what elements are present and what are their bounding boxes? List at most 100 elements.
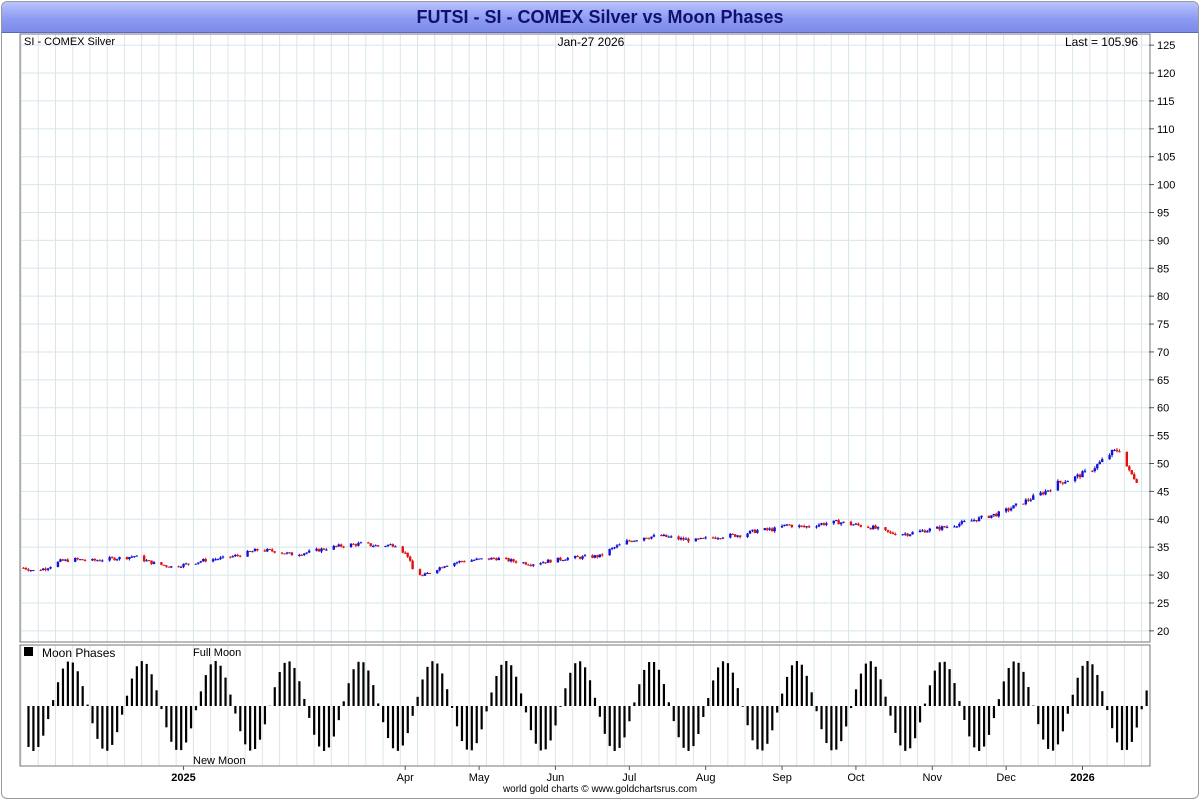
- candle-body: [145, 560, 148, 562]
- candle-body: [992, 513, 996, 516]
- candle-body: [160, 562, 163, 565]
- moon-bar: [588, 680, 592, 706]
- moon-bar: [702, 706, 705, 717]
- candle-body: [391, 544, 395, 547]
- moon-bar: [332, 706, 335, 737]
- moon-bar: [460, 706, 464, 742]
- candle-body: [766, 528, 769, 530]
- moon-bar: [598, 706, 601, 717]
- moon-bar: [155, 690, 158, 706]
- moon-bar: [899, 706, 902, 746]
- candle-body: [566, 557, 569, 560]
- moon-bar: [308, 706, 311, 718]
- moon-bar: [584, 667, 587, 706]
- candle-body: [935, 526, 939, 529]
- candle-body: [633, 540, 636, 542]
- moon-bar: [229, 694, 232, 706]
- moon-bar: [490, 692, 493, 706]
- moon-bar: [672, 706, 675, 722]
- moon-bar: [845, 706, 848, 727]
- candle-body: [248, 550, 252, 552]
- moon-bar: [485, 706, 488, 712]
- moon-bar: [475, 706, 478, 744]
- candle-body: [182, 563, 185, 567]
- candle-body: [645, 537, 648, 539]
- candle-body: [179, 566, 183, 568]
- candle-body: [798, 525, 801, 528]
- candle-body: [642, 537, 646, 541]
- candle-body: [1029, 499, 1032, 501]
- candle-body: [406, 552, 409, 557]
- moon-bar: [815, 706, 818, 712]
- moon-bar: [185, 706, 188, 743]
- moon-bar: [441, 673, 444, 706]
- candle-body: [1073, 476, 1077, 481]
- candle-body: [756, 530, 759, 533]
- candle-body: [556, 557, 560, 563]
- candle-body: [386, 544, 390, 547]
- candle-body: [891, 532, 895, 534]
- y-tick-label: 95: [1157, 207, 1169, 219]
- moon-bar: [869, 661, 872, 706]
- moon-bar: [91, 706, 94, 724]
- candle-body: [906, 533, 909, 536]
- moon-bar: [56, 682, 60, 706]
- moon-bar: [357, 661, 360, 706]
- candle-body: [1032, 495, 1035, 500]
- candle-body: [970, 520, 973, 522]
- candle-body: [753, 529, 757, 533]
- candle-body: [780, 525, 784, 528]
- moon-bar: [785, 676, 789, 706]
- y-tick-label: 30: [1157, 570, 1169, 582]
- moon-bar: [731, 672, 734, 706]
- y-tick-label: 60: [1157, 403, 1169, 415]
- moon-bar: [889, 706, 892, 716]
- candle-body: [541, 562, 545, 564]
- candle-body: [440, 567, 444, 569]
- candle-body: [527, 564, 530, 566]
- moon-bar: [1111, 706, 1114, 729]
- candle-body: [394, 546, 397, 548]
- candle-body: [170, 566, 173, 568]
- moon-bar: [1081, 665, 1084, 706]
- moon-bar: [303, 698, 306, 706]
- moon-bar: [391, 706, 395, 749]
- candle-body: [339, 544, 343, 547]
- candle-body: [1078, 474, 1082, 478]
- candle-body: [832, 520, 835, 524]
- candle-body: [202, 559, 205, 562]
- candle-body: [384, 546, 387, 548]
- moon-bar: [648, 662, 651, 706]
- moon-bar: [76, 671, 79, 706]
- candle-body: [1041, 492, 1045, 495]
- candle-body: [719, 538, 722, 540]
- moon-bar: [253, 706, 257, 749]
- moon-bar: [657, 669, 661, 706]
- candle-body: [349, 543, 353, 547]
- candle-body: [544, 562, 547, 564]
- moon-bar: [125, 695, 129, 706]
- candle-body: [480, 558, 483, 560]
- moon-bar: [71, 662, 74, 706]
- candle-body: [788, 524, 791, 526]
- moon-bar: [258, 706, 262, 740]
- moon-bar: [401, 706, 404, 746]
- candle-body: [820, 523, 823, 525]
- moon-bar: [1012, 661, 1015, 706]
- moon-bar: [293, 667, 296, 706]
- candle-body: [56, 561, 60, 568]
- moon-bar: [800, 664, 803, 706]
- moon-bar: [618, 706, 621, 748]
- candle-body: [630, 541, 633, 543]
- candle-body: [1044, 491, 1047, 495]
- candle-body: [923, 530, 927, 533]
- candle-body: [1061, 482, 1064, 484]
- moon-bar: [1007, 668, 1010, 706]
- moon-bar: [377, 703, 380, 706]
- moon-bar: [918, 706, 922, 723]
- moon-bar: [431, 661, 434, 706]
- candle-body: [573, 556, 577, 558]
- moon-bar: [810, 692, 813, 706]
- candle-body: [110, 557, 114, 559]
- candle-body: [559, 557, 562, 561]
